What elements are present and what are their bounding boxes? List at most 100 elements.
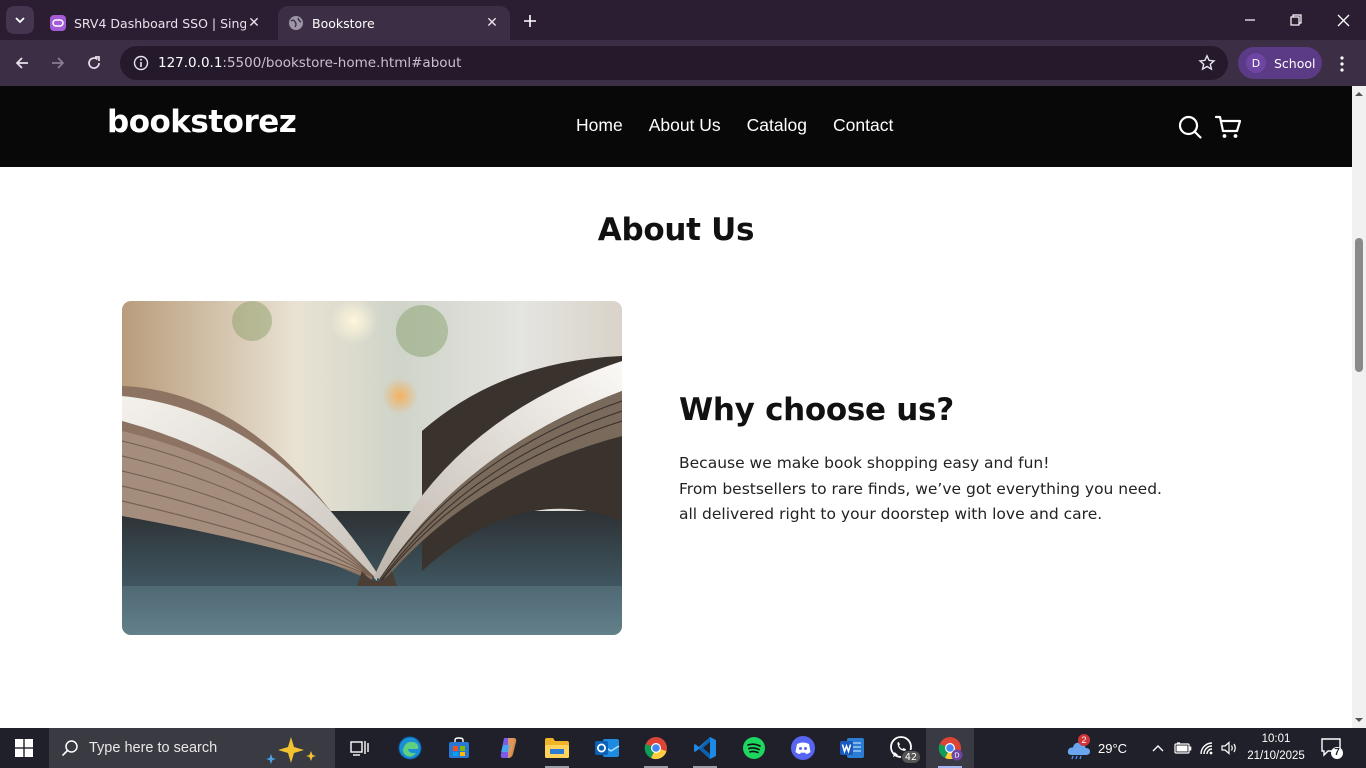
taskbar-spotify[interactable]	[730, 728, 778, 768]
forward-button[interactable]	[44, 49, 72, 77]
browser-menu-button[interactable]	[1330, 52, 1354, 76]
wifi-icon	[1200, 742, 1213, 755]
chrome-icon: D	[938, 737, 963, 761]
why-line: all delivered right to your doorstep wit…	[679, 505, 1103, 523]
scroll-thumb[interactable]	[1355, 238, 1363, 372]
taskbar-chrome[interactable]	[632, 728, 680, 768]
page-scrollbar[interactable]	[1352, 86, 1366, 728]
taskbar-search-box[interactable]: Type here to search	[49, 728, 335, 768]
notification-center-button[interactable]: 7	[1320, 736, 1344, 760]
search-icon[interactable]	[1177, 114, 1203, 140]
plus-icon	[524, 15, 536, 27]
why-line: From bestsellers to rare finds, we’ve go…	[679, 479, 1162, 498]
taskbar-edge[interactable]	[386, 728, 434, 768]
arrow-left-icon	[15, 57, 28, 69]
site-info-icon[interactable]	[124, 55, 158, 71]
profile-button[interactable]: D School	[1238, 47, 1322, 79]
spotify-icon	[743, 737, 765, 759]
taskbar-outlook[interactable]	[583, 728, 631, 768]
srv4-favicon-icon	[50, 15, 66, 31]
edge-icon	[398, 736, 422, 760]
weather-alert-badge: 2	[1078, 734, 1090, 746]
tab-strip: SRV4 Dashboard SSO | Single Si ✕ Booksto…	[0, 0, 1366, 40]
open-book-photo	[122, 301, 622, 635]
taskbar-search-placeholder: Type here to search	[89, 740, 218, 756]
network-button[interactable]	[1199, 728, 1217, 768]
taskbar: Type here to search 42 D 2 29°C 10:01 21…	[0, 728, 1366, 768]
weather-temperature: 29°C	[1098, 740, 1128, 756]
clock-time: 10:01	[1261, 733, 1291, 745]
weather-widget[interactable]: 2 29°C	[1066, 728, 1127, 768]
why-line: Because we make book shopping easy and f…	[679, 454, 1050, 472]
nav-about-us[interactable]: About Us	[649, 115, 721, 136]
taskbar-chrome-profile[interactable]: D	[926, 728, 974, 768]
about-heading: About Us	[597, 212, 755, 248]
nav-contact[interactable]: Contact	[833, 115, 893, 136]
cart-icon[interactable]	[1214, 114, 1242, 140]
restore-icon	[1290, 14, 1302, 26]
chevron-down-icon	[15, 17, 25, 24]
profile-label: School	[1274, 55, 1316, 71]
taskbar-discord[interactable]	[779, 728, 827, 768]
minimize-button[interactable]	[1227, 0, 1273, 40]
svg-text:D: D	[954, 752, 959, 760]
why-choose-us-text: Because we make book shopping easy and f…	[679, 451, 1199, 528]
reload-icon	[88, 56, 100, 69]
more-vertical-icon	[1340, 56, 1344, 72]
bookmark-star-icon[interactable]	[1198, 54, 1216, 76]
taskbar-store[interactable]	[435, 728, 483, 768]
taskbar-whatsapp[interactable]: 42	[877, 728, 925, 768]
scroll-down-icon[interactable]	[1355, 716, 1363, 724]
url-text: 127.0.0.1:5500/bookstore-home.html#about	[158, 55, 461, 71]
taskbar-copilot[interactable]	[484, 728, 532, 768]
tab-bookstore[interactable]: Bookstore ✕	[278, 6, 510, 40]
close-tab-icon[interactable]: ✕	[246, 15, 262, 31]
close-icon	[1337, 14, 1349, 26]
tab-srv4-dashboard[interactable]: SRV4 Dashboard SSO | Single Si ✕	[40, 6, 272, 40]
back-button[interactable]	[8, 49, 36, 77]
task-view-icon	[350, 741, 369, 756]
nav-catalog[interactable]: Catalog	[747, 115, 807, 136]
notification-count: 7	[1334, 747, 1340, 758]
clock-date: 21/10/2025	[1247, 750, 1305, 762]
tab-search-button[interactable]	[6, 6, 34, 34]
scroll-up-icon[interactable]	[1355, 90, 1363, 98]
battery-button[interactable]	[1174, 728, 1192, 768]
vscode-icon	[694, 737, 716, 759]
browser-toolbar: 127.0.0.1:5500/bookstore-home.html#about…	[0, 40, 1366, 86]
restore-button[interactable]	[1273, 0, 1319, 40]
outlook-icon	[595, 739, 620, 757]
show-hidden-icons-button[interactable]	[1152, 728, 1164, 768]
taskbar-word[interactable]	[828, 728, 876, 768]
taskbar-file-explorer[interactable]	[533, 728, 581, 768]
avatar: D	[1246, 53, 1266, 73]
store-icon	[449, 737, 469, 758]
address-bar[interactable]: 127.0.0.1:5500/bookstore-home.html#about	[120, 46, 1228, 80]
volume-button[interactable]	[1221, 728, 1239, 768]
tab-title: Bookstore	[312, 15, 375, 31]
close-window-button[interactable]	[1320, 0, 1366, 40]
new-tab-button[interactable]	[518, 10, 542, 32]
task-view-button[interactable]	[336, 728, 384, 768]
close-tab-icon[interactable]: ✕	[484, 15, 500, 31]
site-logo[interactable]: bookstorez	[107, 104, 297, 140]
why-choose-us-heading: Why choose us?	[679, 392, 954, 428]
arrow-right-icon	[52, 57, 65, 69]
reload-button[interactable]	[80, 49, 108, 77]
site-header: bookstorez Home About Us Catalog Contact	[0, 86, 1352, 167]
speaker-icon	[1221, 741, 1236, 755]
chevron-up-icon	[1152, 745, 1164, 752]
start-button[interactable]	[0, 728, 48, 768]
taskbar-clock[interactable]: 10:01 21/10/2025	[1244, 731, 1308, 765]
taskbar-vscode[interactable]	[681, 728, 729, 768]
chrome-icon	[644, 737, 667, 760]
battery-charging-icon	[1174, 742, 1192, 754]
sparkle-icon	[266, 737, 316, 764]
page-viewport: bookstorez Home About Us Catalog Contact…	[0, 86, 1352, 728]
tab-title: SRV4 Dashboard SSO | Single Si	[74, 15, 246, 31]
globe-icon	[288, 15, 304, 31]
url-path: :5500/bookstore-home.html#about	[222, 55, 462, 71]
word-icon	[840, 738, 864, 758]
folder-icon	[545, 738, 569, 758]
nav-home[interactable]: Home	[576, 115, 623, 136]
